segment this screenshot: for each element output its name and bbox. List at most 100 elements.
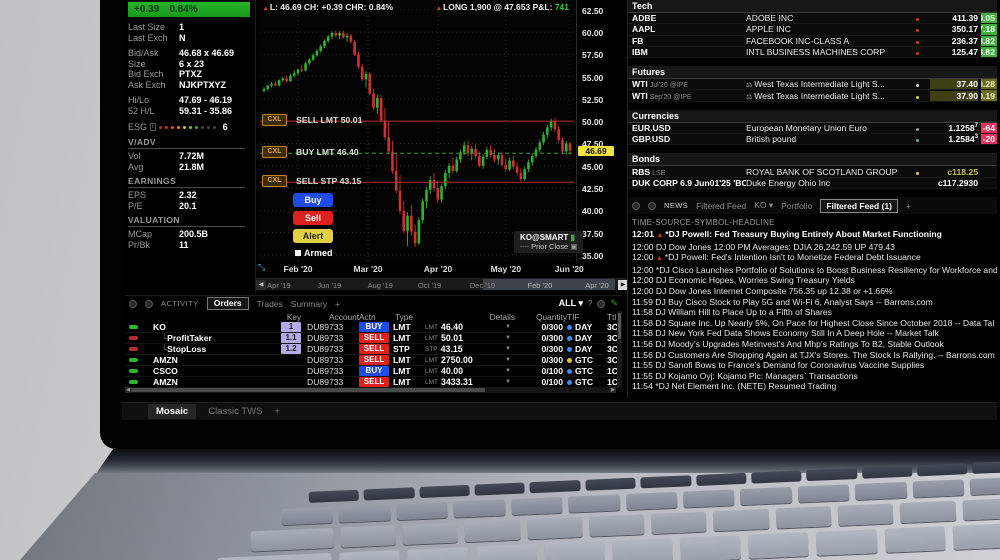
- dropdown-arrow-icon[interactable]: ▼: [505, 346, 515, 352]
- chart-legend: KO@SMART ▮ ╌╌ Prior Close ▣: [514, 231, 583, 253]
- order-row[interactable]: CSCODU89733BUYLMTLMT40.00▼0/100GTC1C: [125, 366, 622, 377]
- news-tab-portfolio[interactable]: Portfolio: [781, 201, 812, 211]
- news-item[interactable]: 12:00 DJ Economic Hopes, Worries Swing T…: [628, 275, 997, 286]
- details-cell[interactable]: LMT46.40▼: [425, 322, 515, 332]
- keyboard-key: [527, 517, 583, 539]
- orders-vertical-scrollbar[interactable]: [617, 311, 622, 387]
- keyboard-key: [309, 490, 360, 503]
- watchlist-row[interactable]: FBFACEBOOK INC-CLASS A236.37+3.82: [628, 36, 997, 47]
- cancel-order-button[interactable]: CXL: [262, 114, 287, 126]
- esg-dot: [183, 126, 186, 129]
- order-row[interactable]: AMZNDU89733SELLLMTLMT2750.00▼0/300GTC3C: [125, 355, 622, 366]
- dropdown-arrow-icon[interactable]: ▼: [505, 379, 515, 385]
- orders-filter-icon[interactable]: [145, 300, 153, 308]
- range-left-arrow[interactable]: ◀: [256, 280, 266, 290]
- news-tab-filtered-feed[interactable]: Filtered Feed: [696, 201, 746, 211]
- orders-tab-+[interactable]: +: [335, 299, 340, 309]
- watchlist-row[interactable]: EUR.USDEuropean Monetary Union Euro1.125…: [628, 123, 997, 134]
- news-tab--[interactable]: +: [906, 201, 911, 211]
- filter-all-dropdown[interactable]: ALL ▾: [559, 298, 583, 309]
- orders-settings-icon[interactable]: [129, 300, 137, 308]
- buy-button[interactable]: Buy: [293, 193, 333, 207]
- news-tab-ko-[interactable]: KO ▾: [754, 200, 773, 211]
- watchlist-row[interactable]: GBP.USDBritish pound1.25843-20: [628, 134, 997, 145]
- watchlist-row[interactable]: DUK CORP 6.9 Jun01'25 'BCID...Duke Energ…: [628, 178, 997, 189]
- esg-label: ESG: [128, 121, 147, 133]
- orders-tab-activity[interactable]: ACTIVITY: [161, 299, 199, 308]
- watchlist-row[interactable]: WTI Jul'20 @IPE⚖ West Texas Intermediate…: [628, 79, 997, 90]
- chart-y-axis[interactable]: 62.5060.0057.5055.0052.5050.0047.5045.00…: [576, 0, 626, 262]
- scroll-right-arrow[interactable]: ▶: [610, 387, 616, 393]
- orders-tab-summary[interactable]: Summary: [291, 299, 327, 309]
- orders-tab-orders[interactable]: Orders: [207, 297, 249, 310]
- news-item[interactable]: 11:58 DJ New York Fed Data Shows Economy…: [628, 328, 997, 339]
- news-settings-icon[interactable]: [632, 202, 640, 210]
- edit-icon[interactable]: ✎: [610, 298, 618, 309]
- dropdown-arrow-icon[interactable]: ▼: [505, 357, 515, 363]
- quote-value: 7.72M: [179, 151, 204, 162]
- watchlist-row[interactable]: IBMINTL BUSINESS MACHINES CORP125.47+3.8…: [628, 47, 997, 58]
- news-tab-filtered-feed-1-[interactable]: Filtered Feed (1): [820, 199, 898, 213]
- news-item[interactable]: 11:55 DJ Sanofi Bows to France's Demand …: [628, 360, 997, 371]
- checkbox-icon[interactable]: ▣: [570, 242, 577, 251]
- news-filter-icon[interactable]: [648, 202, 656, 210]
- news-item[interactable]: 11:58 DJ Square Inc. Up Nearly 5%, On Pa…: [628, 318, 997, 329]
- help-icon[interactable]: ?: [588, 299, 592, 308]
- view-icon[interactable]: [597, 300, 605, 308]
- orders-horizontal-scrollbar[interactable]: ◀▶: [125, 387, 616, 393]
- order-row[interactable]: └StopLoss1.2DU89733SELLSTPSTP43.15▼0/300…: [125, 344, 622, 355]
- news-tab-news[interactable]: NEWS: [664, 201, 688, 210]
- dropdown-arrow-icon[interactable]: ▼: [505, 335, 515, 341]
- keyboard-key: [696, 473, 747, 486]
- news-item[interactable]: 12:00 *DJ Cisco Launches Portfolio of So…: [628, 265, 997, 276]
- y-axis-label: 45.00: [582, 162, 603, 172]
- order-row[interactable]: KO1DU89733BUYLMTLMT46.40▼0/300DAY3C: [125, 322, 622, 333]
- armed-checkbox[interactable]: Armed: [295, 248, 333, 258]
- change-bar: +0.39 0.84%: [128, 2, 250, 17]
- alert-button[interactable]: Alert: [293, 229, 333, 243]
- details-cell[interactable]: STP43.15▼: [425, 344, 515, 354]
- workspace-tab-mosaic[interactable]: Mosaic: [148, 404, 196, 419]
- news-item[interactable]: 11:56 DJ Customers Are Shopping Again at…: [628, 350, 997, 361]
- details-cell[interactable]: LMT3433.31▼: [425, 377, 515, 387]
- news-item[interactable]: 12:00 ▲ *DJ Powell: Fed's Intention Isn'…: [628, 252, 997, 265]
- details-cell[interactable]: LMT2750.00▼: [425, 355, 515, 365]
- sell-button[interactable]: Sell: [293, 211, 333, 225]
- workspace-tab-classic-tws[interactable]: Classic TWS: [208, 406, 262, 417]
- news-item[interactable]: 12:01 ▲ *DJ Powell: Fed Treasury Buying …: [628, 229, 997, 242]
- news-item[interactable]: 11:59 DJ Buy Cisco Stock to Play 5G and …: [628, 297, 997, 308]
- status-indicator: [129, 369, 138, 373]
- action-badge: SELL: [359, 333, 389, 343]
- quote-section-header: V/ADV: [128, 137, 245, 149]
- news-item[interactable]: 12:00 DJ Dow Jones Internet Composite 75…: [628, 286, 997, 297]
- news-item[interactable]: 11:56 DJ Moody's Upgrades Metinvest's An…: [628, 339, 997, 350]
- news-item[interactable]: 12:00 DJ Dow Jones 12:00 PM Averages: DJ…: [628, 242, 997, 253]
- details-cell[interactable]: LMT40.00▼: [425, 366, 515, 376]
- quote-label: EPS: [128, 190, 179, 201]
- cancel-order-button[interactable]: CXL: [262, 175, 287, 187]
- scroll-left-arrow[interactable]: ◀: [125, 387, 131, 393]
- cancel-order-button[interactable]: CXL: [262, 146, 287, 158]
- quote-row: Bid ExchPTXZ: [128, 69, 255, 80]
- symbol-cell: GBP.USD: [628, 134, 746, 144]
- watchlist-row[interactable]: AAPLAPPLE INC350.17+7.18: [628, 24, 997, 35]
- watchlist-row[interactable]: ADBEADOBE INC411.39+10.05: [628, 13, 997, 24]
- tif-icon: [567, 380, 572, 385]
- workspace-tab--[interactable]: +: [274, 406, 280, 417]
- chart-range-scrollbar[interactable]: ◀ ▶ Apr '19Jun '19Aug '19Oct '19Dec '19F…: [256, 278, 628, 290]
- watchlist-row[interactable]: WTI Sep'20 @IPE⚖ West Texas Intermediate…: [628, 90, 997, 101]
- pan-icon[interactable]: ⤡: [258, 262, 265, 273]
- esg-dot: [165, 126, 168, 129]
- chart-panel: 62.5060.0057.5055.0052.5050.0047.5045.00…: [255, 0, 627, 293]
- news-item[interactable]: 11:58 DJ William Hill to Place Up to a F…: [628, 307, 997, 318]
- order-row[interactable]: └ProfitTaker1.1DU89733SELLLMTLMT50.01▼0/…: [125, 333, 622, 344]
- dropdown-arrow-icon[interactable]: ▼: [505, 368, 515, 374]
- watchlist-row[interactable]: RBS LSEROYAL BANK OF SCOTLAND GROUPc118.…: [628, 166, 997, 177]
- dropdown-arrow-icon[interactable]: ▼: [505, 324, 515, 330]
- detail-type-label: LMT: [425, 368, 438, 375]
- orders-tab-trades[interactable]: Trades: [257, 299, 283, 309]
- news-item[interactable]: 11:55 DJ Kojamo Oyj: Kojamo Plc: Manager…: [628, 371, 997, 382]
- legend-symbol: KO@SMART ▮: [520, 233, 577, 242]
- details-cell[interactable]: LMT50.01▼: [425, 333, 515, 343]
- news-item[interactable]: 11:54 *DJ Net Element Inc. (NETE) Resume…: [628, 381, 997, 392]
